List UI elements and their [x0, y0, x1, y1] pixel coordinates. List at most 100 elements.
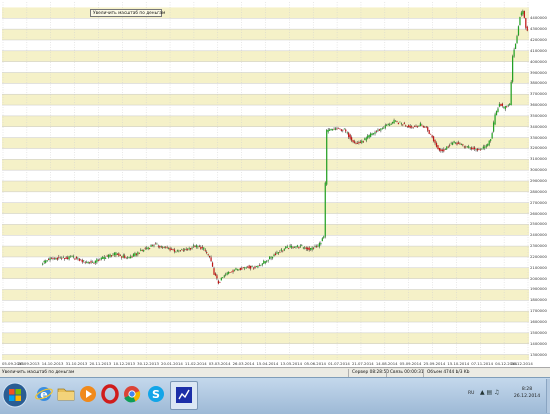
date-tick-label: 03.03.2014: [208, 361, 231, 366]
candle-down: [52, 258, 54, 260]
taskbar-explorer-button[interactable]: [56, 384, 76, 404]
candle-down: [166, 247, 168, 249]
candle-down: [81, 259, 83, 263]
taskbar-opera-button[interactable]: [100, 384, 120, 404]
candle-down: [135, 253, 138, 255]
candle-down: [308, 247, 310, 251]
candle-up: [153, 245, 155, 247]
candle-up: [160, 246, 162, 248]
candle-up: [197, 246, 199, 248]
candle-up: [71, 255, 73, 257]
candle-down: [239, 267, 241, 270]
candle-up: [195, 245, 198, 248]
taskbar-media-player-button[interactable]: [78, 384, 98, 404]
candle-down: [254, 266, 256, 269]
candle-up: [62, 257, 64, 258]
candle-up: [260, 265, 262, 267]
candle-down: [229, 272, 231, 273]
date-tick-label: 05.09.2014: [399, 361, 422, 366]
date-tick-label: 14.10.2013: [41, 361, 64, 366]
candle-down: [187, 249, 189, 251]
candle-down: [425, 126, 427, 128]
keyboard-language[interactable]: RU: [468, 391, 474, 396]
candle-up: [399, 121, 401, 123]
date-tick-label: 05.06.2014: [304, 361, 326, 366]
candle-down: [207, 254, 209, 256]
candle-up: [299, 245, 301, 247]
candle-down: [138, 252, 140, 254]
candle-up: [331, 129, 334, 131]
candle-up: [380, 128, 382, 131]
candle-down: [204, 249, 206, 251]
status-divider: [423, 369, 424, 377]
candle-up: [329, 129, 331, 131]
price-tick-label: 3400000: [530, 123, 547, 129]
date-tick-label: 26.09.2013: [17, 361, 40, 366]
candle-down: [447, 146, 449, 148]
candle-down: [232, 270, 234, 272]
candle-up: [132, 253, 135, 257]
candle-up: [175, 251, 177, 253]
candle-up: [225, 274, 227, 276]
candle-up: [267, 260, 269, 261]
candle-down: [358, 142, 360, 144]
candle-down: [359, 141, 362, 143]
candle-up: [261, 263, 263, 265]
show-desktop-button[interactable]: [546, 379, 550, 413]
candle-down: [248, 265, 250, 269]
candle-up: [374, 132, 376, 134]
chevron-up-icon[interactable]: ▲: [480, 389, 485, 396]
candle-up: [156, 243, 158, 245]
taskbar-trading-terminal-button[interactable]: [170, 381, 198, 410]
candle-up: [228, 271, 230, 274]
candle-up: [318, 243, 321, 247]
candle-down: [159, 245, 161, 248]
taskbar-ie-button[interactable]: e: [34, 384, 54, 404]
candle-down: [339, 128, 341, 130]
candle-down: [432, 136, 435, 142]
candle-up: [492, 122, 495, 132]
taskbar-skype-button[interactable]: S: [146, 384, 166, 404]
candle-up: [343, 128, 345, 130]
candle-down: [349, 134, 351, 139]
candle-up: [42, 263, 44, 265]
taskbar-chrome-button[interactable]: [122, 384, 142, 404]
candle-up: [498, 103, 501, 107]
network-icon[interactable]: ▤: [487, 389, 493, 396]
candle-up: [488, 140, 490, 145]
candle-up: [504, 106, 506, 110]
candle-down: [478, 149, 480, 151]
start-button[interactable]: [2, 382, 28, 408]
candle-up: [192, 245, 195, 247]
price-tick-label: 2900000: [530, 178, 547, 183]
tray-icons[interactable]: ▲ ▤ ♫: [480, 389, 500, 396]
status-divider: [348, 369, 349, 377]
date-tick-label: 26.03.2014: [232, 361, 255, 366]
volume-icon[interactable]: ♫: [494, 389, 499, 396]
candle-up: [277, 252, 280, 254]
candle-down: [457, 142, 460, 144]
taskbar-clock[interactable]: 8:28 26.12.2014: [510, 386, 544, 400]
price-tick-label: 4200000: [530, 36, 547, 42]
candle-up: [238, 269, 240, 271]
chart-plot-area[interactable]: [2, 2, 529, 360]
candle-down: [333, 128, 335, 130]
candle-down: [213, 268, 215, 275]
candle-down: [189, 248, 192, 250]
candle-down: [441, 149, 443, 151]
date-tick-label: 30.12.2013: [137, 361, 159, 366]
candle-up: [289, 245, 291, 248]
price-tick-label: 2500000: [530, 221, 547, 227]
candle-down: [141, 250, 143, 251]
candle-up: [365, 137, 367, 141]
candle-down: [440, 149, 442, 152]
date-tick-label: 21.07.2014: [351, 361, 374, 366]
price-tick-label: 2600000: [530, 210, 547, 216]
date-tick-label: 13.05.2014: [280, 361, 303, 366]
candle-down: [75, 256, 78, 259]
candle-down: [525, 18, 527, 28]
candle-up: [128, 256, 130, 258]
candle-down: [125, 257, 127, 259]
candle-up: [55, 258, 57, 260]
candle-down: [182, 249, 184, 251]
